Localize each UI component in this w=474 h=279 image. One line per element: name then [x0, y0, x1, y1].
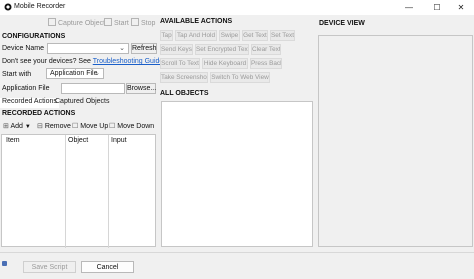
stop-icon — [131, 18, 139, 26]
action-scroll-to-text[interactable]: Scroll To Text — [160, 58, 200, 69]
stop-button[interactable]: Stop — [131, 18, 155, 27]
all-objects-heading: ALL OBJECTS — [160, 90, 209, 97]
column-divider — [65, 135, 66, 248]
save-script-button[interactable]: Save Script — [23, 261, 76, 273]
action-send-keys[interactable]: Send Keys — [160, 44, 193, 55]
action-clear-text[interactable]: Clear Text — [251, 44, 281, 55]
stop-label: Stop — [141, 20, 156, 27]
column-header-item[interactable]: Item — [6, 137, 20, 144]
chevron-down-icon: ⌄ — [119, 45, 125, 52]
configurations-heading: CONFIGURATIONS — [2, 33, 66, 40]
device-name-select[interactable]: ⌄ — [47, 43, 129, 54]
close-button[interactable]: ✕ — [448, 0, 474, 15]
refresh-button[interactable]: Refresh — [131, 43, 157, 54]
browse-button[interactable]: Browse... — [126, 83, 156, 94]
column-header-input[interactable]: Input — [111, 137, 127, 144]
start-with-label: Start with — [2, 71, 32, 78]
device-view-panel[interactable] — [318, 35, 473, 247]
move-down-icon: ☐ — [109, 123, 116, 130]
troubleshooting-link[interactable]: Troubleshooting Guide. — [93, 58, 166, 65]
cancel-button[interactable]: Cancel — [81, 261, 134, 273]
add-dropdown-icon: ▼ — [24, 124, 31, 130]
help-text-prefix: Don't see your devices? See — [2, 58, 93, 65]
action-press-back[interactable]: Press Back — [250, 58, 282, 69]
action-tap[interactable]: Tap — [160, 30, 173, 41]
app-icon — [4, 3, 12, 11]
application-file-label: Application File — [2, 85, 50, 92]
start-label: Start — [114, 20, 129, 27]
action-take-screenshot[interactable]: Take Screenshot — [160, 72, 208, 83]
recorded-actions-table[interactable]: Item Object Input — [1, 134, 156, 248]
move-down-label: Move Down — [117, 123, 155, 130]
plus-icon: ⊞ — [3, 123, 9, 130]
play-icon — [104, 18, 112, 26]
remove-label: Remove — [44, 123, 71, 130]
tab-captured-objects[interactable]: Captured Objects — [53, 98, 111, 108]
capture-object-label: Capture Object — [58, 20, 106, 27]
action-switch-to-web-view[interactable]: Switch To Web View — [210, 72, 270, 83]
add-button[interactable]: ⊞ Add ▼ — [3, 122, 31, 130]
status-icon — [2, 261, 7, 266]
capture-object-button[interactable]: Capture Object — [48, 18, 105, 27]
start-with-select[interactable]: Application File ⌄ — [46, 68, 104, 79]
window-title: Mobile Recorder — [14, 3, 66, 10]
recorded-actions-heading: RECORDED ACTIONS — [2, 110, 76, 117]
action-swipe[interactable]: Swipe — [219, 30, 240, 41]
maximize-button[interactable]: ☐ — [424, 0, 450, 15]
all-objects-tree[interactable] — [161, 101, 313, 247]
application-file-input[interactable] — [61, 83, 125, 94]
action-get-text[interactable]: Get Text — [242, 30, 268, 41]
move-up-button[interactable]: ☐ Move Up — [72, 122, 108, 130]
tab-recorded-actions[interactable]: Recorded Actions — [0, 98, 59, 108]
chevron-down-icon: ⌄ — [94, 70, 100, 77]
device-view-heading: DEVICE VIEW — [319, 20, 365, 27]
action-set-text[interactable]: Set Text — [270, 30, 295, 41]
action-hide-keyboard[interactable]: Hide Keyboard — [202, 58, 248, 69]
move-up-label: Move Up — [80, 123, 109, 130]
actions-grid: Tap Tap And Hold Swipe Get Text Set Text… — [160, 30, 313, 85]
available-actions-heading: AVAILABLE ACTIONS — [160, 18, 233, 25]
help-text: Don't see your devices? See Troubleshoot… — [2, 58, 165, 65]
move-up-icon: ☐ — [72, 123, 79, 130]
column-divider — [108, 135, 109, 248]
device-name-label: Device Name — [2, 45, 45, 52]
footer-divider — [0, 252, 474, 253]
minimize-button[interactable]: — — [396, 0, 422, 15]
column-header-object[interactable]: Object — [68, 137, 88, 144]
start-with-value: Application File — [50, 70, 98, 77]
capture-icon — [48, 18, 56, 26]
move-down-button[interactable]: ☐ Move Down — [109, 122, 154, 130]
remove-icon: ⊟ — [37, 123, 43, 130]
remove-button[interactable]: ⊟ Remove — [37, 122, 71, 130]
action-set-encrypted-text[interactable]: Set Encrypted Text — [195, 44, 249, 55]
start-button[interactable]: Start — [104, 18, 129, 27]
action-tap-and-hold[interactable]: Tap And Hold — [175, 30, 217, 41]
add-label: Add — [10, 123, 23, 130]
